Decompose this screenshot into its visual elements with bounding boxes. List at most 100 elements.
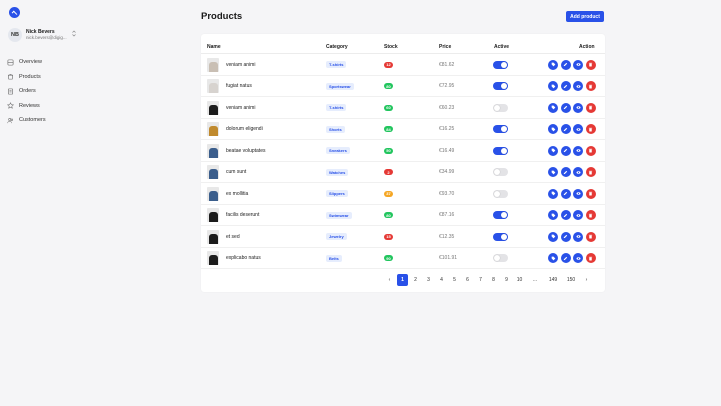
pagination-page-3[interactable]: 3 (423, 274, 434, 286)
pagination-next-button[interactable]: › (581, 274, 592, 286)
pagination-page-9[interactable]: 9 (501, 274, 512, 286)
delete-button[interactable] (585, 210, 596, 221)
category-cell: Sportswear (326, 76, 354, 98)
active-toggle[interactable] (493, 232, 508, 241)
view-button[interactable] (573, 102, 583, 113)
stock-cell: 15 (384, 226, 393, 248)
active-toggle[interactable] (493, 189, 508, 198)
sidebar-item-products[interactable]: Products (7, 70, 46, 85)
pagination-page-150[interactable]: 150 (563, 274, 579, 286)
tag-button[interactable] (548, 59, 558, 70)
edit-button[interactable] (560, 102, 571, 113)
user-switcher[interactable]: NB Nick Bevers nick.bevers@digig... (8, 28, 78, 42)
pagination-page-1[interactable]: 1 (397, 274, 408, 286)
product-name[interactable]: et sed (226, 234, 240, 240)
product-name[interactable]: explicabo natus (226, 255, 261, 261)
pagination-page-2[interactable]: 2 (410, 274, 421, 286)
product-name[interactable]: veniam animi (226, 105, 255, 111)
edit-button[interactable] (560, 231, 571, 242)
active-toggle[interactable] (493, 125, 508, 134)
view-icon (576, 170, 581, 175)
category-badge: Sneakers (326, 147, 350, 155)
edit-button[interactable] (560, 145, 571, 156)
price-value: €34.99 (439, 169, 455, 176)
tag-icon (551, 84, 556, 89)
tag-button[interactable] (548, 124, 558, 135)
category-badge: Swimwear (326, 211, 352, 219)
category-cell: T-shirts (326, 97, 347, 119)
pagination-page-4[interactable]: 4 (436, 274, 447, 286)
active-toggle[interactable] (493, 168, 508, 177)
sidebar-item-overview[interactable]: Overview (7, 55, 46, 70)
active-cell (493, 140, 508, 162)
tag-button[interactable] (548, 253, 558, 264)
tag-button[interactable] (548, 231, 558, 242)
edit-button[interactable] (560, 210, 571, 221)
product-thumbnail (207, 165, 219, 180)
product-name[interactable]: dolorum eligendi (226, 126, 263, 132)
pagination-page-7[interactable]: 7 (475, 274, 486, 286)
view-button[interactable] (573, 145, 583, 156)
delete-button[interactable] (585, 188, 596, 199)
view-button[interactable] (573, 167, 583, 178)
active-toggle[interactable] (493, 82, 508, 91)
tag-button[interactable] (548, 210, 558, 221)
user-menu-chevron-icon[interactable] (72, 30, 76, 38)
pagination-page-149[interactable]: 149 (545, 274, 561, 286)
edit-button[interactable] (560, 188, 571, 199)
product-name[interactable]: cum sunt (226, 169, 246, 175)
delete-button[interactable] (585, 145, 596, 156)
row-actions (548, 145, 596, 156)
product-name[interactable]: veniam animi (226, 62, 255, 68)
active-toggle[interactable] (493, 146, 508, 155)
active-toggle[interactable] (493, 254, 508, 263)
category-badge: Jewelry (326, 233, 347, 241)
view-icon (576, 84, 581, 89)
pagination-page-10[interactable]: 10 (514, 274, 525, 286)
product-name[interactable]: fugiat natus (226, 83, 252, 89)
delete-button[interactable] (585, 59, 596, 70)
tag-button[interactable] (548, 167, 558, 178)
tag-button[interactable] (548, 188, 558, 199)
view-button[interactable] (573, 59, 583, 70)
tag-button[interactable] (548, 81, 558, 92)
view-button[interactable] (573, 253, 583, 264)
edit-button[interactable] (560, 124, 571, 135)
pagination-prev-button[interactable]: ‹ (384, 274, 395, 286)
view-button[interactable] (573, 188, 583, 199)
edit-button[interactable] (560, 167, 571, 178)
active-toggle[interactable] (493, 103, 508, 112)
tag-button[interactable] (548, 145, 558, 156)
edit-button[interactable] (560, 253, 571, 264)
active-toggle[interactable] (493, 60, 508, 69)
tag-button[interactable] (548, 102, 558, 113)
delete-button[interactable] (585, 102, 596, 113)
app-logo[interactable] (9, 7, 20, 18)
sidebar-item-orders[interactable]: Orders (7, 84, 46, 99)
add-product-button[interactable]: Add product (566, 11, 604, 22)
view-icon (576, 127, 581, 132)
active-toggle[interactable] (493, 211, 508, 220)
view-button[interactable] (573, 81, 583, 92)
edit-button[interactable] (560, 81, 571, 92)
pagination-page-8[interactable]: 8 (488, 274, 499, 286)
delete-button[interactable] (585, 253, 596, 264)
pagination-page-5[interactable]: 5 (449, 274, 460, 286)
delete-button[interactable] (585, 167, 596, 178)
product-name[interactable]: facilis deserunt (226, 212, 259, 218)
delete-button[interactable] (585, 124, 596, 135)
delete-icon (588, 256, 593, 261)
table-row: veniam animi T-shirts 60 €60.23 (201, 97, 605, 119)
delete-button[interactable] (585, 81, 596, 92)
delete-button[interactable] (585, 231, 596, 242)
view-button[interactable] (573, 210, 583, 221)
view-button[interactable] (573, 124, 583, 135)
product-name[interactable]: ex mollitia (226, 191, 248, 197)
edit-button[interactable] (560, 59, 571, 70)
sidebar-item-customers[interactable]: Customers (7, 113, 46, 128)
sidebar-item-reviews[interactable]: Reviews (7, 99, 46, 114)
toggle-knob (501, 147, 507, 154)
view-button[interactable] (573, 231, 583, 242)
pagination-page-6[interactable]: 6 (462, 274, 473, 286)
product-name[interactable]: beatae voluptates (226, 148, 265, 154)
